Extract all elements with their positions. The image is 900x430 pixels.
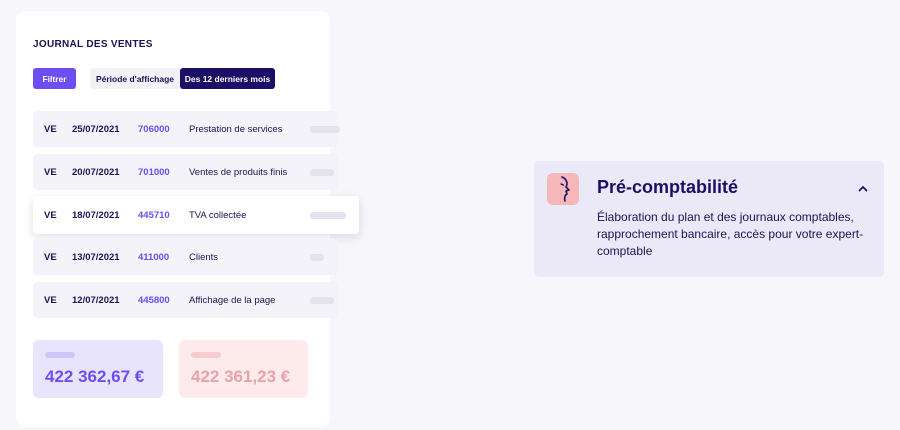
entry-journal-code: VE [44, 251, 57, 263]
period-value-button[interactable]: Des 12 derniers mois [180, 68, 275, 89]
face-profile-icon [547, 173, 579, 205]
entry-date: 13/07/2021 [72, 251, 120, 263]
total-credit-box: 422 361,23 € [179, 340, 308, 398]
filter-button[interactable]: Filtrer [33, 68, 76, 89]
feature-accordion-card[interactable]: Pré-comptabilité Élaboration du plan et … [534, 161, 884, 277]
entry-account: 706000 [138, 123, 170, 135]
entry-amount-placeholder [310, 125, 340, 133]
entry-account: 445800 [138, 294, 170, 306]
journal-entry-row-highlighted[interactable]: VE 18/07/2021 445710 TVA collectée [33, 196, 359, 234]
journal-entry-row[interactable]: VE 12/07/2021 445800 Affichage de la pag… [33, 282, 338, 318]
entry-amount-placeholder [310, 211, 346, 219]
entry-account: 701000 [138, 166, 170, 178]
total-credit-amount: 422 361,23 € [191, 367, 291, 386]
entry-amount-placeholder [310, 253, 324, 261]
entry-amount-placeholder [310, 296, 334, 304]
entry-journal-code: VE [44, 209, 57, 221]
journal-title: JOURNAL DES VENTES [33, 39, 153, 50]
entry-journal-code: VE [44, 123, 57, 135]
entry-journal-code: VE [44, 166, 57, 178]
entry-label: Ventes de produits finis [189, 166, 288, 178]
entry-account: 411000 [138, 251, 170, 263]
entry-journal-code: VE [44, 294, 57, 306]
feature-title: Pré-comptabilité [597, 177, 739, 197]
total-credit-label-placeholder [191, 352, 221, 358]
total-debit-box: 422 362,67 € [33, 340, 163, 398]
entry-date: 18/07/2021 [72, 209, 120, 221]
total-debit-amount: 422 362,67 € [45, 367, 145, 386]
entry-account: 445710 [138, 209, 170, 221]
entry-label: TVA collectée [189, 209, 247, 221]
journal-entry-row[interactable]: VE 25/07/2021 706000 Prestation de servi… [33, 111, 340, 147]
total-debit-label-placeholder [45, 352, 75, 358]
entry-amount-placeholder [310, 168, 334, 176]
period-selector[interactable]: Période d'affichage Des 12 derniers mois [90, 68, 275, 89]
entry-label: Clients [189, 251, 219, 263]
entry-label: Affichage de la page [189, 294, 276, 306]
journal-entry-row[interactable]: VE 13/07/2021 411000 Clients [33, 239, 338, 275]
entry-date: 12/07/2021 [72, 294, 120, 306]
entry-date: 20/07/2021 [72, 166, 120, 178]
chevron-up-icon[interactable] [857, 182, 869, 194]
feature-description: Élaboration du plan et des journaux comp… [597, 210, 864, 258]
period-label: Période d'affichage [90, 68, 180, 89]
journal-entry-row[interactable]: VE 20/07/2021 701000 Ventes de produits … [33, 154, 338, 190]
entry-date: 25/07/2021 [72, 123, 120, 135]
entry-label: Prestation de services [189, 123, 283, 135]
